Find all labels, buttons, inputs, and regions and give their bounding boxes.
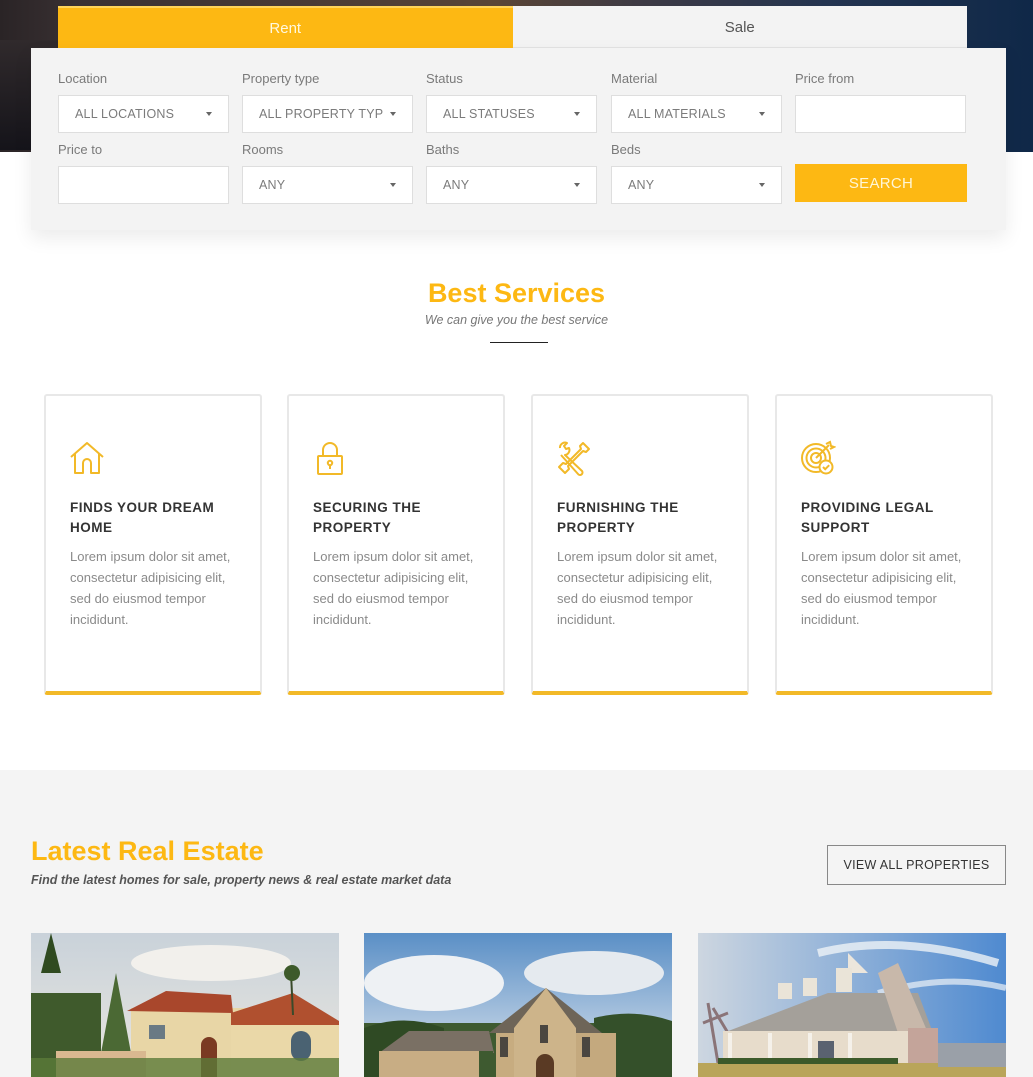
service-card-text: Lorem ipsum dolor sit amet, consectetur … (313, 549, 474, 627)
house-icon (70, 442, 104, 474)
service-card: SECURING THE PROPERTY Lorem ipsum dolor … (287, 394, 505, 695)
property-card-image[interactable] (31, 933, 339, 1077)
service-card-title: FINDS YOUR DREAM HOME (70, 500, 215, 535)
beds-value: ANY (628, 178, 655, 192)
chevron-down-icon (574, 183, 580, 187)
price-to-input[interactable] (58, 166, 229, 204)
status-select[interactable]: ALL STATUSES (426, 95, 597, 133)
listing-type-tabs: Rent Sale (58, 6, 967, 48)
price-from-input[interactable] (795, 95, 966, 133)
tab-sale[interactable]: Sale (512, 6, 967, 48)
status-label: Status (426, 71, 463, 86)
rooms-label: Rooms (242, 142, 284, 157)
service-card-title: FURNISHING THE PROPERTY (557, 500, 679, 535)
search-filter-panel: Location ALL LOCATIONS Property type ALL… (31, 48, 1006, 230)
stone-manor-photo (364, 933, 672, 1077)
baths-label: Baths (426, 142, 460, 157)
beds-field: Beds ANY (611, 141, 782, 204)
material-value: ALL MATERIALS (628, 107, 726, 121)
baths-select[interactable]: ANY (426, 166, 597, 204)
baths-field: Baths ANY (426, 141, 597, 204)
services-subtitle: We can give you the best service (424, 313, 609, 327)
section-divider (490, 342, 548, 343)
tools-icon (558, 441, 590, 476)
latest-title: Latest Real Estate (31, 836, 264, 866)
property-type-field: Property type ALL PROPERTY TYPES (242, 70, 413, 133)
cape-cod-house-photo (698, 933, 1006, 1077)
latest-real-estate-section: Latest Real Estate Find the latest homes… (0, 770, 1033, 1077)
chevron-down-icon (574, 112, 580, 116)
chevron-down-icon (759, 183, 765, 187)
baths-value: ANY (443, 178, 470, 192)
mediterranean-villa-photo (31, 933, 339, 1077)
chevron-down-icon (390, 112, 396, 116)
status-field: Status ALL STATUSES (426, 70, 597, 133)
target-check-icon (801, 440, 836, 475)
rooms-field: Rooms ANY (242, 141, 413, 204)
service-card-text: Lorem ipsum dolor sit amet, consectetur … (70, 549, 231, 627)
location-field: Location ALL LOCATIONS (58, 70, 229, 133)
latest-subtitle: Find the latest homes for sale, property… (31, 873, 452, 887)
service-card-title: SECURING THE PROPERTY (313, 500, 422, 535)
rooms-value: ANY (259, 178, 286, 192)
property-card-image[interactable] (698, 933, 1006, 1077)
service-card-text: Lorem ipsum dolor sit amet, consectetur … (557, 549, 718, 627)
material-select[interactable]: ALL MATERIALS (611, 95, 782, 133)
material-label: Material (611, 71, 658, 86)
service-card: FURNISHING THE PROPERTY Lorem ipsum dolo… (531, 394, 749, 695)
status-value: ALL STATUSES (443, 107, 535, 121)
tab-rent[interactable]: Rent (58, 6, 513, 48)
property-type-value: ALL PROPERTY TYPES (259, 107, 384, 121)
rooms-select[interactable]: ANY (242, 166, 413, 204)
beds-label: Beds (611, 142, 641, 157)
padlock-icon (317, 442, 343, 475)
price-to-field: Price to (58, 141, 229, 204)
location-select[interactable]: ALL LOCATIONS (58, 95, 229, 133)
property-type-select[interactable]: ALL PROPERTY TYPES (242, 95, 413, 133)
service-card-text: Lorem ipsum dolor sit amet, consectetur … (801, 549, 962, 627)
price-from-field: Price from (795, 70, 966, 133)
material-field: Material ALL MATERIALS (611, 70, 782, 133)
service-card-title: PROVIDING LEGAL SUPPORT (801, 500, 934, 535)
beds-select[interactable]: ANY (611, 166, 782, 204)
service-card: PROVIDING LEGAL SUPPORT Lorem ipsum dolo… (775, 394, 993, 695)
search-button[interactable]: SEARCH (795, 164, 967, 202)
services-title: Best Services (427, 278, 606, 308)
location-label: Location (58, 71, 108, 86)
chevron-down-icon (390, 183, 396, 187)
property-card-image[interactable] (364, 933, 672, 1077)
view-all-properties-button[interactable]: VIEW ALL PROPERTIES (827, 845, 1006, 885)
price-from-label: Price from (795, 71, 855, 86)
chevron-down-icon (206, 112, 212, 116)
property-type-label: Property type (242, 71, 320, 86)
chevron-down-icon (759, 112, 765, 116)
location-value: ALL LOCATIONS (75, 107, 175, 121)
service-card: FINDS YOUR DREAM HOME Lorem ipsum dolor … (44, 394, 262, 695)
price-to-label: Price to (58, 142, 103, 157)
